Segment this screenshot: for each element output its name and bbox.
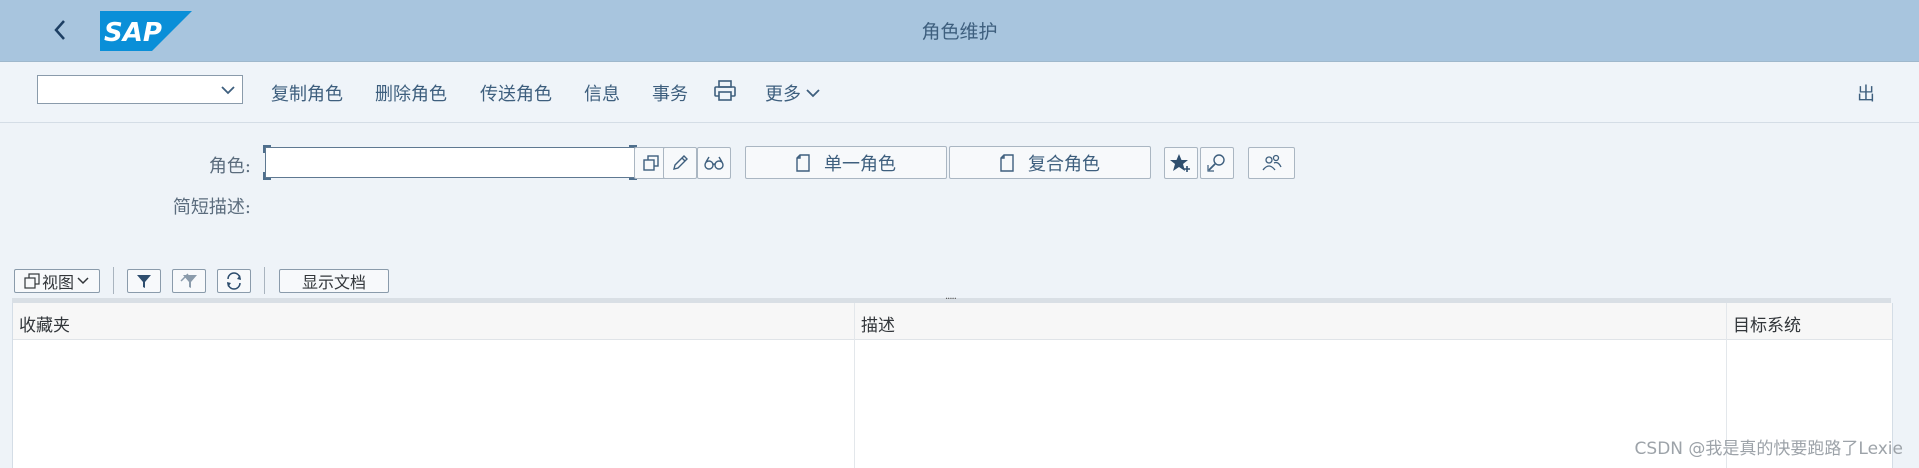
users-icon: [1261, 154, 1282, 171]
favorites-table: 收藏夹 描述 目标系统: [12, 303, 1893, 468]
short-description-label: 简短描述:: [172, 197, 251, 218]
transaction-button[interactable]: 事务: [652, 80, 688, 106]
star-add-icon: [1170, 154, 1190, 172]
delete-role-button[interactable]: 删除角色: [375, 80, 447, 106]
chevron-down-icon: [77, 277, 89, 285]
shell-bar: SAP 角色维护: [0, 0, 1919, 62]
document-icon: [796, 153, 810, 172]
search-magnify-icon: [1207, 154, 1225, 172]
user-assignment-button[interactable]: [1248, 147, 1295, 179]
watermark: CSDN @我是真的快要跑路了Lexie: [1634, 439, 1903, 459]
print-button[interactable]: [713, 80, 737, 106]
show-document-button[interactable]: 显示文档: [279, 269, 389, 293]
filter-icon: [137, 275, 151, 288]
focus-corner: [263, 145, 271, 153]
glasses-icon: [704, 156, 724, 170]
composite-role-label: 复合角色: [1028, 153, 1100, 175]
where-used-button[interactable]: [1200, 147, 1234, 179]
role-label: 角色:: [208, 156, 251, 177]
filter-button[interactable]: [127, 269, 161, 293]
table-header: 收藏夹 描述 目标系统: [13, 303, 1892, 340]
more-label: 更多: [765, 84, 801, 105]
toolbar-separator: [264, 267, 265, 294]
more-button[interactable]: 更多: [765, 80, 821, 106]
column-header-target-system[interactable]: 目标系统: [1733, 311, 1801, 336]
exit-button[interactable]: 出: [1857, 80, 1875, 106]
composite-role-button[interactable]: 复合角色: [949, 146, 1151, 179]
refresh-button[interactable]: [217, 269, 251, 293]
role-input[interactable]: [263, 145, 637, 180]
chevron-down-icon: [806, 89, 820, 98]
refresh-icon: [227, 272, 241, 290]
app-toolbar: 复制角色 删除角色 传送角色 信息 事务 更多 出: [0, 62, 1919, 123]
single-role-button[interactable]: 单一角色: [745, 146, 947, 179]
view-icon: [24, 273, 40, 289]
add-favorite-button[interactable]: [1164, 147, 1198, 179]
copy-role-button[interactable]: 复制角色: [271, 80, 343, 106]
pencil-icon: [673, 155, 688, 170]
view-label: 视图: [41, 273, 74, 292]
column-divider: [854, 303, 855, 468]
single-role-label: 单一角色: [824, 153, 896, 175]
chevron-down-icon: [221, 86, 235, 95]
remove-filter-button[interactable]: [172, 269, 206, 293]
toolbar-separator: [113, 267, 114, 294]
page-title: 角色维护: [921, 21, 998, 43]
document-icon: [1000, 153, 1014, 172]
info-button[interactable]: 信息: [584, 80, 620, 106]
transport-role-button[interactable]: 传送角色: [480, 80, 552, 106]
copy-icon: [643, 155, 659, 171]
display-button[interactable]: [697, 147, 731, 179]
view-button[interactable]: 视图: [14, 269, 100, 293]
variant-select[interactable]: [37, 75, 243, 104]
printer-icon: [714, 80, 736, 101]
edit-button[interactable]: [663, 147, 697, 179]
column-header-favorites[interactable]: 收藏夹: [19, 311, 70, 336]
focus-corner: [263, 172, 271, 180]
filter-off-icon: [180, 273, 197, 288]
column-header-description[interactable]: 描述: [861, 311, 895, 336]
